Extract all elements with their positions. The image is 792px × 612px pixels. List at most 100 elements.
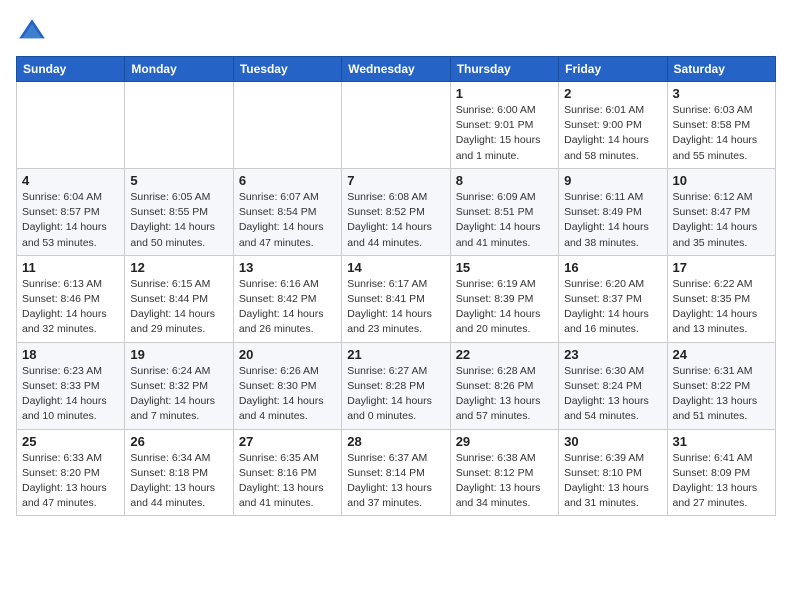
day-cell: 18 Sunrise: 6:23 AM Sunset: 8:33 PM Dayli… [17, 342, 125, 429]
weekday-header-thursday: Thursday [450, 57, 558, 82]
day-info: Sunrise: 6:35 AM Sunset: 8:16 PM Dayligh… [239, 451, 336, 512]
day-cell: 28Sunrise: 6:37 AM Sunset: 8:14 PM Dayli… [342, 429, 450, 516]
week-row-4: 18 Sunrise: 6:23 AM Sunset: 8:33 PM Dayli… [17, 342, 776, 429]
day-cell: 8 Sunrise: 6:09 AM Sunset: 8:51 PM Daylig… [450, 168, 558, 255]
day-info: Sunrise: 6:37 AM Sunset: 8:14 PM Dayligh… [347, 451, 444, 512]
day-cell: 6Sunrise: 6:07 AM Sunset: 8:54 PM Daylig… [233, 168, 341, 255]
day-info: Sunrise: 6:24 AM Sunset: 8:32 PM Dayligh… [130, 364, 227, 425]
day-number: 18 [22, 347, 119, 362]
day-info: Sunrise: 6:03 AM Sunset: 8:58 PM Dayligh… [673, 103, 770, 164]
day-cell: 15 Sunrise: 6:19 AM Sunset: 8:39 PM Dayli… [450, 255, 558, 342]
day-number: 8 [456, 173, 553, 188]
day-cell: 26 Sunrise: 6:34 AM Sunset: 8:18 PM Dayli… [125, 429, 233, 516]
day-number: 12 [130, 260, 227, 275]
day-number: 11 [22, 260, 119, 275]
day-info: Sunrise: 6:13 AM Sunset: 8:46 PM Dayligh… [22, 277, 119, 338]
day-cell: 9 Sunrise: 6:11 AM Sunset: 8:49 PM Daylig… [559, 168, 667, 255]
day-info: Sunrise: 6:01 AM Sunset: 9:00 PM Dayligh… [564, 103, 661, 164]
day-number: 26 [130, 434, 227, 449]
day-cell: 17 Sunrise: 6:22 AM Sunset: 8:35 PM Dayli… [667, 255, 775, 342]
week-row-3: 11 Sunrise: 6:13 AM Sunset: 8:46 PM Dayli… [17, 255, 776, 342]
day-cell: 30 Sunrise: 6:39 AM Sunset: 8:10 PM Dayli… [559, 429, 667, 516]
day-cell: 21 Sunrise: 6:27 AM Sunset: 8:28 PM Dayli… [342, 342, 450, 429]
day-cell: 20 Sunrise: 6:26 AM Sunset: 8:30 PM Dayli… [233, 342, 341, 429]
day-number: 20 [239, 347, 336, 362]
day-info: Sunrise: 6:39 AM Sunset: 8:10 PM Dayligh… [564, 451, 661, 512]
day-number: 29 [456, 434, 553, 449]
day-info: Sunrise: 6:09 AM Sunset: 8:51 PM Dayligh… [456, 190, 553, 251]
day-cell: 2 Sunrise: 6:01 AM Sunset: 9:00 PM Daylig… [559, 82, 667, 169]
day-cell: 31Sunrise: 6:41 AM Sunset: 8:09 PM Dayli… [667, 429, 775, 516]
day-info: Sunrise: 6:26 AM Sunset: 8:30 PM Dayligh… [239, 364, 336, 425]
weekday-header-monday: Monday [125, 57, 233, 82]
day-number: 3 [673, 86, 770, 101]
day-info: Sunrise: 6:15 AM Sunset: 8:44 PM Dayligh… [130, 277, 227, 338]
day-number: 1 [456, 86, 553, 101]
day-cell: 7 Sunrise: 6:08 AM Sunset: 8:52 PM Daylig… [342, 168, 450, 255]
day-info: Sunrise: 6:27 AM Sunset: 8:28 PM Dayligh… [347, 364, 444, 425]
day-number: 30 [564, 434, 661, 449]
day-number: 6 [239, 173, 336, 188]
day-number: 16 [564, 260, 661, 275]
week-row-5: 25Sunrise: 6:33 AM Sunset: 8:20 PM Dayli… [17, 429, 776, 516]
day-info: Sunrise: 6:41 AM Sunset: 8:09 PM Dayligh… [673, 451, 770, 512]
day-number: 10 [673, 173, 770, 188]
day-info: Sunrise: 6:28 AM Sunset: 8:26 PM Dayligh… [456, 364, 553, 425]
day-number: 22 [456, 347, 553, 362]
day-cell: 11 Sunrise: 6:13 AM Sunset: 8:46 PM Dayli… [17, 255, 125, 342]
logo [16, 16, 54, 48]
day-info: Sunrise: 6:08 AM Sunset: 8:52 PM Dayligh… [347, 190, 444, 251]
day-info: Sunrise: 6:17 AM Sunset: 8:41 PM Dayligh… [347, 277, 444, 338]
day-number: 4 [22, 173, 119, 188]
day-info: Sunrise: 6:19 AM Sunset: 8:39 PM Dayligh… [456, 277, 553, 338]
day-cell: 5 Sunrise: 6:05 AM Sunset: 8:55 PM Daylig… [125, 168, 233, 255]
day-number: 24 [673, 347, 770, 362]
calendar: SundayMondayTuesdayWednesdayThursdayFrid… [16, 56, 776, 516]
day-cell: 4 Sunrise: 6:04 AM Sunset: 8:57 PM Daylig… [17, 168, 125, 255]
day-info: Sunrise: 6:23 AM Sunset: 8:33 PM Dayligh… [22, 364, 119, 425]
day-number: 15 [456, 260, 553, 275]
day-info: Sunrise: 6:00 AM Sunset: 9:01 PM Dayligh… [456, 103, 553, 164]
day-cell: 29 Sunrise: 6:38 AM Sunset: 8:12 PM Dayli… [450, 429, 558, 516]
week-row-1: 1 Sunrise: 6:00 AM Sunset: 9:01 PM Daylig… [17, 82, 776, 169]
day-cell [342, 82, 450, 169]
day-info: Sunrise: 6:31 AM Sunset: 8:22 PM Dayligh… [673, 364, 770, 425]
day-number: 9 [564, 173, 661, 188]
day-number: 21 [347, 347, 444, 362]
day-number: 14 [347, 260, 444, 275]
day-cell: 10 Sunrise: 6:12 AM Sunset: 8:47 PM Dayli… [667, 168, 775, 255]
day-info: Sunrise: 6:12 AM Sunset: 8:47 PM Dayligh… [673, 190, 770, 251]
day-cell: 13Sunrise: 6:16 AM Sunset: 8:42 PM Dayli… [233, 255, 341, 342]
day-cell [125, 82, 233, 169]
day-info: Sunrise: 6:38 AM Sunset: 8:12 PM Dayligh… [456, 451, 553, 512]
day-cell: 25Sunrise: 6:33 AM Sunset: 8:20 PM Dayli… [17, 429, 125, 516]
day-info: Sunrise: 6:20 AM Sunset: 8:37 PM Dayligh… [564, 277, 661, 338]
page-header [16, 16, 776, 48]
day-info: Sunrise: 6:22 AM Sunset: 8:35 PM Dayligh… [673, 277, 770, 338]
day-number: 2 [564, 86, 661, 101]
weekday-header-sunday: Sunday [17, 57, 125, 82]
day-number: 27 [239, 434, 336, 449]
day-cell: 12 Sunrise: 6:15 AM Sunset: 8:44 PM Dayli… [125, 255, 233, 342]
day-number: 25 [22, 434, 119, 449]
weekday-header-friday: Friday [559, 57, 667, 82]
day-info: Sunrise: 6:11 AM Sunset: 8:49 PM Dayligh… [564, 190, 661, 251]
day-number: 5 [130, 173, 227, 188]
day-cell: 23Sunrise: 6:30 AM Sunset: 8:24 PM Dayli… [559, 342, 667, 429]
day-cell: 1 Sunrise: 6:00 AM Sunset: 9:01 PM Daylig… [450, 82, 558, 169]
day-cell: 16 Sunrise: 6:20 AM Sunset: 8:37 PM Dayli… [559, 255, 667, 342]
day-number: 19 [130, 347, 227, 362]
day-number: 7 [347, 173, 444, 188]
day-cell: 22 Sunrise: 6:28 AM Sunset: 8:26 PM Dayli… [450, 342, 558, 429]
day-cell [17, 82, 125, 169]
day-cell: 14 Sunrise: 6:17 AM Sunset: 8:41 PM Dayli… [342, 255, 450, 342]
day-number: 17 [673, 260, 770, 275]
day-info: Sunrise: 6:05 AM Sunset: 8:55 PM Dayligh… [130, 190, 227, 251]
day-cell: 19 Sunrise: 6:24 AM Sunset: 8:32 PM Dayli… [125, 342, 233, 429]
day-info: Sunrise: 6:34 AM Sunset: 8:18 PM Dayligh… [130, 451, 227, 512]
weekday-header-wednesday: Wednesday [342, 57, 450, 82]
day-info: Sunrise: 6:04 AM Sunset: 8:57 PM Dayligh… [22, 190, 119, 251]
weekday-header-tuesday: Tuesday [233, 57, 341, 82]
day-number: 13 [239, 260, 336, 275]
day-number: 23 [564, 347, 661, 362]
